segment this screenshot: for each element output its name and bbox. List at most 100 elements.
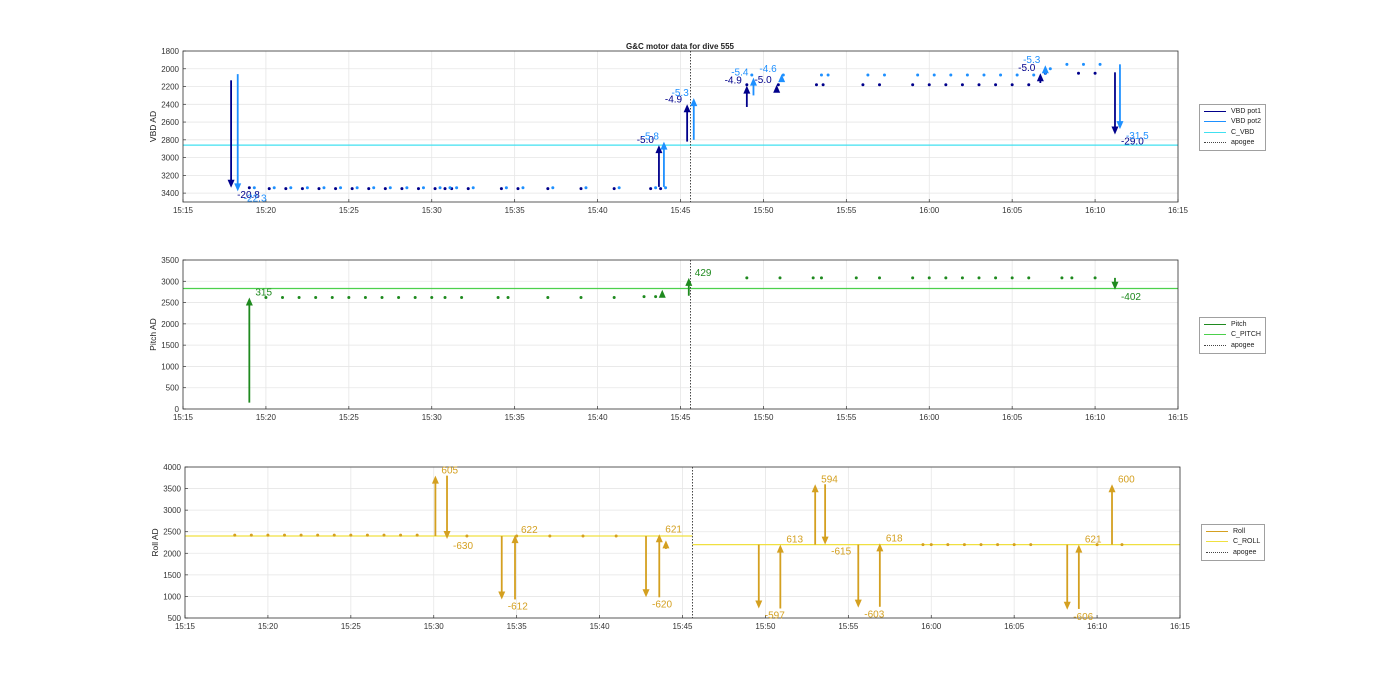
vbd-pot1-point: [960, 83, 964, 87]
vbd-event-arrowhead: [1041, 65, 1049, 74]
pitch-legend: Pitch C_PITCH apogee: [1199, 317, 1266, 354]
roll-point: [1029, 543, 1033, 547]
pitch-point: [1070, 276, 1074, 280]
vbd-pot2-point: [999, 73, 1003, 77]
roll-event-label: 618: [886, 533, 903, 544]
roll-x-tick-label: 15:50: [755, 622, 776, 631]
legend-swatch: [1204, 110, 1226, 112]
vbd-pot2-point: [339, 186, 343, 190]
roll-y-tick-label: 500: [168, 614, 182, 623]
vbd-pot2-point: [1048, 67, 1052, 71]
vbd-pot1-point: [776, 83, 780, 87]
legend-item-roll: Roll: [1206, 526, 1260, 537]
pitch-point: [819, 276, 823, 280]
pitch-x-tick-label: 15:15: [173, 413, 194, 422]
vbd-pot2-point: [372, 186, 376, 190]
pitch-y-tick-label: 500: [166, 384, 180, 393]
vbd-pot2-point: [949, 73, 953, 77]
vbd-pot2-point: [826, 73, 830, 77]
roll-event-arrowhead: [854, 599, 862, 608]
roll-point: [581, 534, 585, 538]
pitch-point: [363, 295, 367, 299]
pitch-point: [1093, 276, 1097, 280]
vbd-pot1-point: [499, 187, 503, 191]
legend-label: Roll: [1233, 527, 1246, 535]
pitch-point: [1010, 276, 1014, 280]
figure-canvas: G&C motor data for dive 555 15:15 15:20 15…: [148, 42, 1191, 631]
vbd-event-label: -22.3: [244, 193, 267, 204]
vbd-x-tick-label: 15:30: [422, 206, 443, 215]
vbd-pot1-point: [443, 187, 447, 191]
vbd-event-label: -5.8: [642, 132, 660, 143]
roll-x-tick-label: 15:15: [175, 622, 196, 631]
vbd-pot2-point: [272, 186, 276, 190]
legend-swatch: [1204, 334, 1226, 336]
vbd-pot2-point: [448, 186, 452, 190]
vbd-pot2-point: [965, 73, 969, 77]
vbd-pot1-point: [383, 187, 387, 191]
vbd-pot2-point: [305, 186, 309, 190]
vbd-pot1-point: [927, 83, 931, 87]
figure-title: G&C motor data for dive 555: [626, 42, 735, 51]
roll-point: [399, 533, 403, 537]
pitch-point: [1060, 276, 1064, 280]
roll-y-axis-label: Roll AD: [150, 528, 160, 556]
legend-label: apogee: [1231, 341, 1255, 349]
roll-x-tick-label: 16:15: [1170, 622, 1191, 631]
vbd-pot2-point: [882, 73, 886, 77]
vbd-pot1-point: [300, 187, 304, 191]
pitch-point: [297, 295, 301, 299]
legend-swatch: [1204, 131, 1226, 133]
pitch-y-tick-label: 3000: [161, 277, 179, 286]
vbd-x-tick-label: 16:05: [1002, 206, 1023, 215]
roll-event-label: -612: [508, 601, 528, 612]
pitch-point: [854, 276, 858, 280]
vbd-pot2-point: [504, 186, 508, 190]
vbd-pot2-point: [322, 186, 326, 190]
pitch-y-tick-label: 3500: [161, 256, 179, 265]
vbd-pot2-point: [750, 73, 754, 77]
roll-event-label: -597: [765, 611, 785, 622]
pitch-point: [811, 276, 815, 280]
roll-y-tick-label: 3000: [163, 506, 181, 515]
roll-point: [283, 533, 286, 537]
pitch-x-tick-label: 15:55: [836, 413, 857, 422]
vbd-pot1-point: [579, 187, 583, 191]
roll-point: [614, 534, 618, 538]
pitch-point: [944, 276, 948, 280]
vbd-event-label: -4.6: [759, 64, 777, 75]
vbd-y-tick-label: 3200: [161, 171, 179, 180]
vbd-chart: 15:15 15:20 15:25 15:30 15:35 15:40 15:45 15:50…: [148, 47, 1189, 215]
vbd-pot2-point: [388, 186, 392, 190]
roll-event-arrowhead: [443, 531, 451, 540]
legend-label: C_ROLL: [1233, 538, 1261, 546]
roll-event-label: -603: [864, 610, 884, 621]
pitch-event-label: -402: [1121, 292, 1141, 303]
roll-chart: 15:15 15:20 15:25 15:30 15:35 15:40 15:45 15:50…: [150, 463, 1191, 631]
pitch-point: [579, 295, 583, 299]
roll-x-tick-label: 15:55: [838, 622, 859, 631]
legend-label: Pitch: [1231, 320, 1247, 328]
pitch-event-label: 429: [695, 268, 712, 279]
pitch-point: [612, 295, 616, 299]
pitch-x-tick-label: 16:05: [1002, 413, 1023, 422]
vbd-pot1-point: [1093, 71, 1097, 75]
pitch-x-tick-label: 15:25: [339, 413, 360, 422]
roll-point: [465, 534, 469, 538]
roll-point: [365, 533, 369, 537]
vbd-pot1-point: [267, 187, 271, 191]
vbd-pot1-point: [317, 187, 321, 191]
vbd-x-tick-label: 15:35: [505, 206, 526, 215]
roll-x-tick-label: 16:05: [1004, 622, 1025, 631]
vbd-x-tick-label: 15:20: [256, 206, 277, 215]
legend-item-pitch: Pitch: [1204, 319, 1261, 330]
pitch-point: [347, 295, 351, 299]
roll-event-arrowhead: [776, 544, 784, 553]
vbd-event-arrowhead: [1036, 73, 1044, 82]
roll-event-label: -620: [652, 599, 672, 610]
roll-y-tick-label: 1000: [163, 592, 181, 601]
vbd-x-tick-label: 16:00: [919, 206, 940, 215]
vbd-event-label: -31.5: [1126, 131, 1149, 142]
roll-point: [382, 533, 386, 537]
roll-point: [962, 543, 966, 547]
